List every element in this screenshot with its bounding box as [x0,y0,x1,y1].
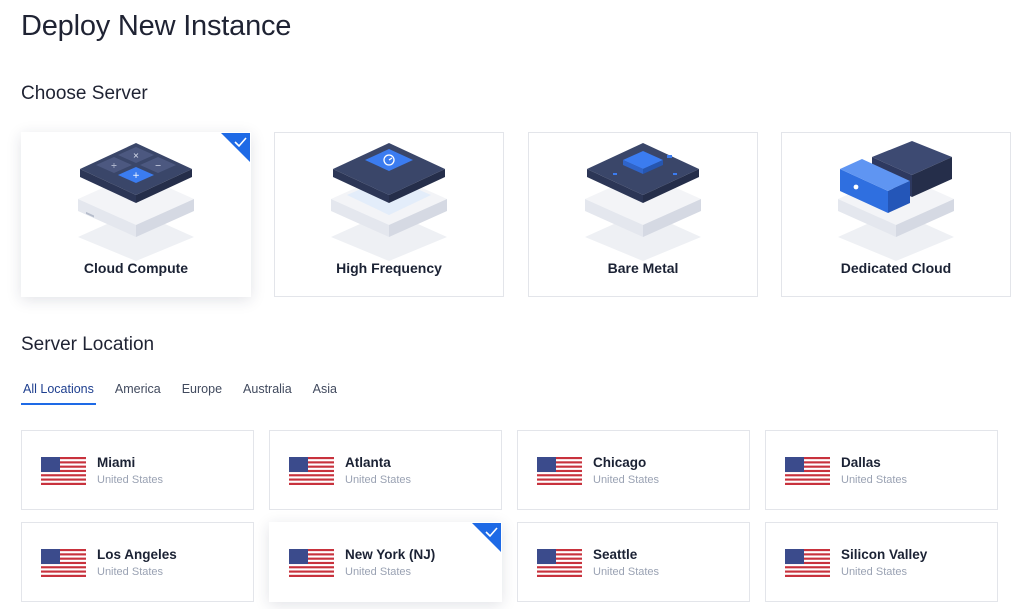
svg-text:−: − [155,161,162,170]
tab-all-locations[interactable]: All Locations [21,380,96,405]
us-flag-icon [289,457,334,485]
location-country: United States [593,566,660,578]
tab-australia[interactable]: Australia [241,380,294,405]
location-city: Atlanta [345,455,391,470]
server-card-label: Dedicated Cloud [840,260,952,276]
us-flag-icon [537,549,582,577]
tab-asia[interactable]: Asia [311,380,339,405]
location-card-miami[interactable]: Miami United States [21,430,254,510]
choose-server-heading: Choose Server [21,83,148,104]
us-flag-icon [785,549,830,577]
location-tabs: All Locations America Europe Australia A… [21,380,356,406]
page-title: Deploy New Instance [21,10,292,42]
location-city: New York (NJ) [345,547,436,562]
us-flag-icon [289,549,334,577]
svg-text:+: + [132,171,140,181]
selected-check-icon [472,523,501,552]
bare-metal-icon [585,143,701,261]
location-card-los-angeles[interactable]: Los Angeles United States [21,522,254,602]
us-flag-icon [41,549,86,577]
server-card-label: Bare Metal [607,260,679,276]
location-city: Miami [97,455,136,470]
tab-america[interactable]: America [113,380,163,405]
server-card-dedicated-cloud[interactable]: Dedicated Cloud [781,132,1011,297]
location-card-atlanta[interactable]: Atlanta United States [269,430,502,510]
server-location-heading: Server Location [21,334,155,355]
location-country: United States [345,474,412,486]
server-card-high-frequency[interactable]: High Frequency [274,132,504,297]
server-card-cloud-compute[interactable]: × ÷ − + Cloud Compute [21,132,251,297]
us-flag-icon [41,457,86,485]
location-country: United States [345,566,412,578]
location-country: United States [97,566,164,578]
location-card-new-york[interactable]: New York (NJ) United States [269,522,502,602]
location-card-seattle[interactable]: Seattle United States [517,522,750,602]
location-card-dallas[interactable]: Dallas United States [765,430,998,510]
server-card-label: High Frequency [336,260,442,276]
location-country: United States [841,566,908,578]
us-flag-icon [537,457,582,485]
location-city: Seattle [593,547,638,562]
tab-europe[interactable]: Europe [180,380,224,405]
location-city: Dallas [841,455,881,470]
us-flag-icon [785,457,830,485]
location-country: United States [593,474,660,486]
server-card-label: Cloud Compute [83,260,189,276]
cloud-compute-icon: × ÷ − + [78,143,194,261]
high-frequency-icon [331,143,447,261]
selected-check-icon [221,133,250,162]
location-city: Silicon Valley [841,547,928,562]
location-city: Chicago [593,455,647,470]
location-card-chicago[interactable]: Chicago United States [517,430,750,510]
location-city: Los Angeles [97,547,177,562]
location-country: United States [97,474,164,486]
dedicated-cloud-icon [838,141,954,261]
location-country: United States [841,474,908,486]
svg-text:×: × [133,151,140,160]
svg-text:÷: ÷ [111,161,118,170]
location-card-silicon-valley[interactable]: Silicon Valley United States [765,522,998,602]
server-card-bare-metal[interactable]: Bare Metal [528,132,758,297]
